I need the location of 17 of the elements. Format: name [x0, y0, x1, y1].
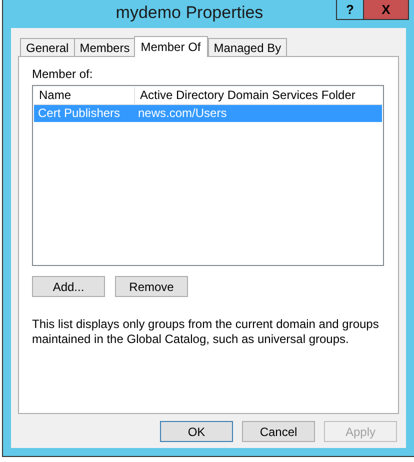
column-header[interactable]: Name — [34, 87, 134, 104]
tab[interactable]: General — [20, 38, 75, 56]
ok-button[interactable]: OK — [160, 421, 233, 442]
close-button[interactable]: X — [364, 0, 409, 20]
info-text: This list displays only groups from the current domain and groups maintained in the Global Catalog, such as universal groups. — [32, 317, 380, 347]
help-button[interactable]: ? — [336, 0, 364, 20]
list-cell-text: news.com/Users — [137, 105, 228, 122]
tab[interactable]: Managed By — [208, 38, 288, 56]
column-header[interactable]: Active Directory Domain Services Folder — [134, 87, 382, 104]
window-title: mydemo Properties — [114, 2, 264, 24]
list-cell-text: Cert Publishers — [37, 105, 122, 122]
list-label: Member of: — [32, 67, 94, 81]
group-list[interactable]: Name Active Directory Domain Services Folder Cert Publishers news.com/Users — [32, 85, 384, 266]
remove-button[interactable]: Remove — [115, 276, 188, 297]
cancel-button[interactable]: Cancel — [242, 421, 315, 442]
add-button[interactable]: Add... — [32, 276, 105, 297]
tab[interactable]: Member Of — [134, 36, 208, 57]
